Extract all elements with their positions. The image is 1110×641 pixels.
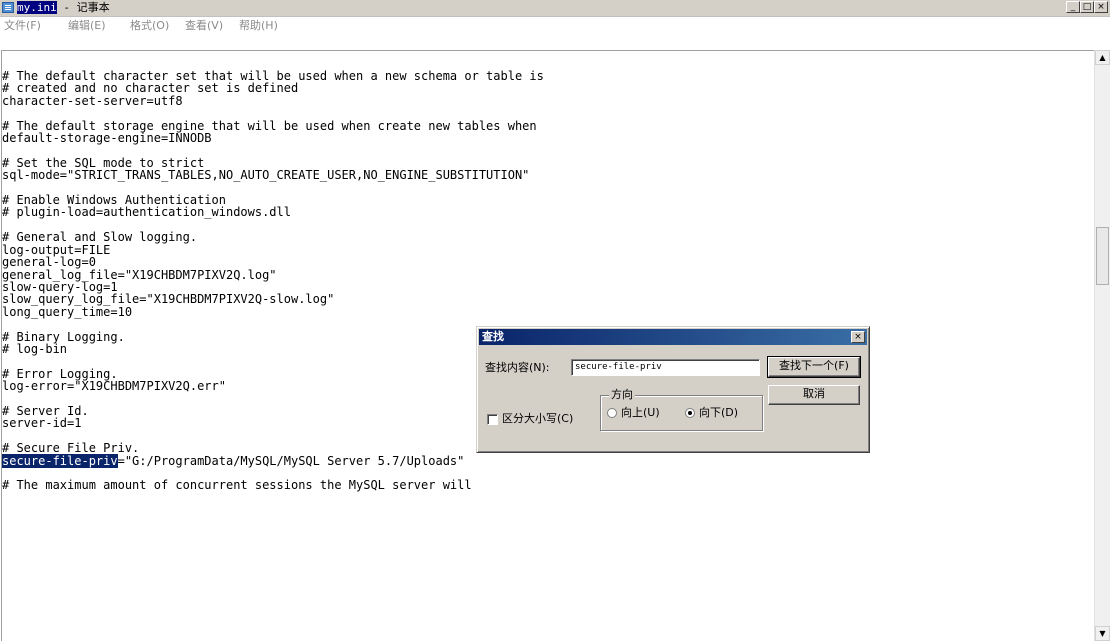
find-what-input[interactable]: secure-file-priv <box>571 359 760 376</box>
menu-view[interactable]: 查看(V) <box>185 19 223 33</box>
menu-edit[interactable]: 编辑(E) <box>68 19 106 33</box>
selected-text: secure-file-priv <box>2 453 118 468</box>
window-controls: _ □ × <box>1066 1 1108 13</box>
title-app-name: - 记事本 <box>56 1 110 14</box>
direction-up-radio[interactable] <box>607 408 617 418</box>
notepad-icon[interactable] <box>2 2 14 13</box>
scrollbar-thumb[interactable] <box>1096 227 1109 285</box>
direction-up-label[interactable]: 向上(U) <box>621 406 660 420</box>
minimize-button[interactable]: _ <box>1066 1 1080 13</box>
match-case-label[interactable]: 区分大小写(C) <box>502 412 573 426</box>
dialog-close-button[interactable]: × <box>851 331 865 343</box>
maximize-button[interactable]: □ <box>1080 1 1094 13</box>
menu-bar: 文件(F) 编辑(E) 格式(O) 查看(V) 帮助(H) <box>0 17 1110 50</box>
dialog-title: 查找 <box>482 330 504 343</box>
dialog-title-bar[interactable]: 查找 × <box>479 329 867 345</box>
editor-content[interactable]: # The default character set that will be… <box>2 70 544 492</box>
cancel-button[interactable]: 取消 <box>768 385 860 405</box>
direction-down-label[interactable]: 向下(D) <box>699 406 738 420</box>
menu-format[interactable]: 格式(O) <box>130 19 169 33</box>
close-button[interactable]: × <box>1094 1 1108 13</box>
editor-text-after: # The maximum amount of concurrent sessi… <box>2 478 472 493</box>
direction-group: 方向 向上(U) 向下(D) <box>600 388 763 431</box>
direction-down-radio[interactable] <box>685 408 695 418</box>
find-what-label: 查找内容(N): <box>485 361 550 374</box>
vertical-scrollbar[interactable]: ▲ ▼ <box>1094 50 1110 641</box>
scroll-up-icon[interactable]: ▲ <box>1095 50 1110 65</box>
window-title: my.ini - 记事本 <box>17 1 110 15</box>
title-bar: my.ini - 记事本 _ □ × <box>0 0 1110 17</box>
editor-text-before: # The default character set that will be… <box>2 69 544 456</box>
scroll-down-icon[interactable]: ▼ <box>1095 626 1110 641</box>
find-next-button[interactable]: 查找下一个(F) <box>767 356 861 378</box>
match-case-checkbox[interactable] <box>487 414 498 425</box>
find-dialog: 查找 × 查找内容(N): secure-file-priv 查找下一个(F) … <box>476 326 870 453</box>
menu-help[interactable]: 帮助(H) <box>239 19 278 33</box>
editor-selected-line-rest: ="G:/ProgramData/MySQL/MySQL Server 5.7/… <box>117 453 465 468</box>
direction-group-title: 方向 <box>609 388 635 402</box>
title-filename: my.ini <box>17 1 57 14</box>
menu-file[interactable]: 文件(F) <box>4 19 41 33</box>
